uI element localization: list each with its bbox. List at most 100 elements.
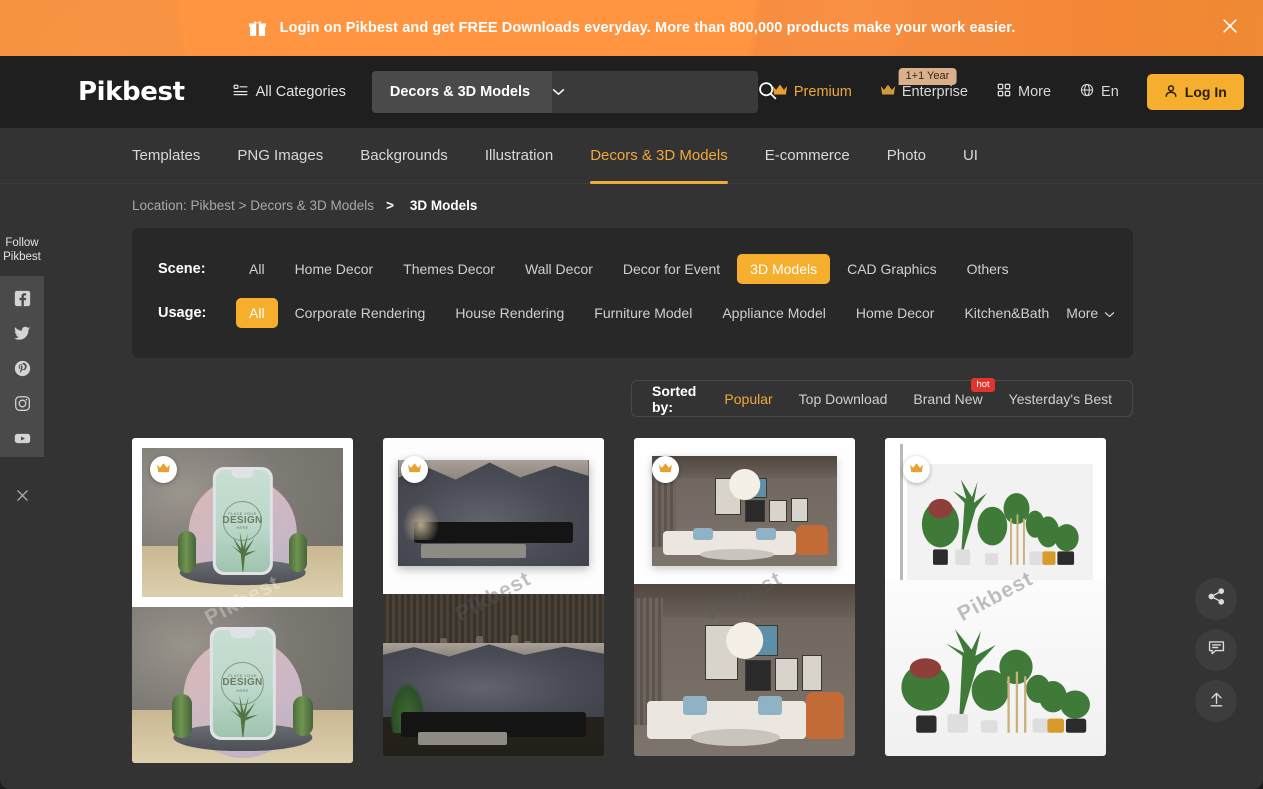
enterprise-label: Enterprise (901, 84, 968, 100)
breadcrumb-prefix[interactable]: Location: Pikbest > Decors & 3D Models (132, 198, 374, 213)
sort-option-yesterdays-best[interactable]: Yesterday's Best (1009, 391, 1112, 407)
filter-panel: Scene: All Home Decor Themes Decor Wall … (132, 228, 1133, 358)
nav-tab-illustration[interactable]: Illustration (485, 128, 553, 184)
premium-crown-badge (903, 456, 930, 483)
nav-tab-e-commerce[interactable]: E-commerce (765, 128, 850, 184)
nav-tab-backgrounds[interactable]: Backgrounds (360, 128, 448, 184)
facebook-icon[interactable] (14, 290, 31, 307)
back-to-top-button[interactable] (1195, 680, 1237, 722)
sort-bar: Sorted by: Popular Top Download Brand Ne… (631, 377, 1133, 417)
product-grid: PLACE YOUR DESIGN HERE PLACE YOUR DESIGN… (132, 438, 1133, 763)
search-category-dropdown[interactable]: Decors & 3D Models (371, 71, 565, 113)
design-bot-text: HERE (236, 687, 249, 693)
user-icon (1164, 84, 1178, 101)
login-button[interactable]: Log In (1146, 74, 1244, 110)
scene-chip-all[interactable]: All (236, 254, 278, 284)
product-card[interactable]: Pikbest (634, 438, 855, 756)
youtube-icon[interactable] (14, 430, 31, 447)
scene-chip-3d-models[interactable]: 3D Models (737, 254, 831, 284)
scene-chip-themes-decor[interactable]: Themes Decor (390, 254, 508, 284)
usage-label: Usage: (158, 305, 207, 321)
nav-tab-decors-3d-models[interactable]: Decors & 3D Models (590, 128, 728, 184)
usage-more-button[interactable]: More (1066, 305, 1119, 321)
crown-icon (156, 461, 171, 479)
design-bot-text: HERE (236, 525, 249, 531)
promo-content: Login on Pikbest and get FREE Downloads … (248, 19, 1016, 38)
feedback-button[interactable] (1195, 629, 1237, 671)
share-button[interactable] (1195, 578, 1237, 620)
language-selector[interactable]: En (1065, 83, 1133, 101)
nav-tab-png-images[interactable]: PNG Images (237, 128, 323, 184)
login-label: Log In (1184, 84, 1227, 100)
follow-rail: Follow Pikbest (0, 236, 44, 511)
product-card[interactable]: Pikbest (885, 438, 1106, 756)
usage-more-label: More (1066, 305, 1099, 321)
sort-option-brand-new-label: Brand New (913, 390, 983, 407)
scene-chip-others[interactable]: Others (954, 254, 1022, 284)
feedback-icon (1207, 638, 1226, 662)
premium-crown-badge (401, 456, 428, 483)
more-menu[interactable]: More (982, 83, 1065, 101)
product-thumbnail: PLACE YOUR DESIGN HERE PLACE YOUR DESIGN… (132, 438, 353, 763)
usage-chip-furniture-model[interactable]: Furniture Model (581, 298, 705, 328)
search-input[interactable] (551, 71, 757, 113)
sort-option-popular[interactable]: Popular (724, 391, 772, 407)
globe-icon (1079, 83, 1095, 101)
enterprise-badge: 1+1 Year (898, 68, 957, 85)
site-header: Pikbest All Categories Decors & 3D Model… (0, 56, 1263, 128)
promo-banner: Login on Pikbest and get FREE Downloads … (0, 0, 1263, 56)
crown-icon (658, 461, 673, 479)
follow-rail-title: Follow Pikbest (3, 236, 41, 264)
gift-icon (248, 19, 267, 38)
usage-chip-all[interactable]: All (236, 298, 278, 328)
premium-crown-badge (150, 456, 177, 483)
all-categories-button[interactable]: All Categories (233, 83, 346, 102)
usage-chip-kitchen-bath[interactable]: Kitchen&Bath (951, 298, 1062, 328)
breadcrumb-separator: > (386, 198, 394, 213)
breadcrumb: Location: Pikbest > Decors & 3D Models >… (132, 198, 477, 213)
usage-chip-home-decor[interactable]: Home Decor (843, 298, 948, 328)
sort-option-brand-new[interactable]: Brand New hot (913, 377, 995, 407)
product-thumbnail: Pikbest (383, 438, 604, 756)
browser-viewport: Login on Pikbest and get FREE Downloads … (0, 0, 1263, 789)
all-categories-label: All Categories (255, 84, 346, 100)
nav-tab-photo[interactable]: Photo (887, 128, 926, 184)
back-to-top-icon (1207, 689, 1226, 713)
usage-chip-house-rendering[interactable]: House Rendering (442, 298, 577, 328)
pinterest-icon[interactable] (14, 360, 31, 377)
scene-chip-home-decor[interactable]: Home Decor (282, 254, 387, 284)
close-icon (16, 489, 29, 507)
product-card[interactable]: PLACE YOUR DESIGN HERE PLACE YOUR DESIGN… (132, 438, 353, 763)
follow-rail-icons (0, 276, 44, 457)
scene-chip-decor-for-event[interactable]: Decor for Event (610, 254, 733, 284)
usage-chip-appliance-model[interactable]: Appliance Model (709, 298, 839, 328)
search-bar: Decors & 3D Models (371, 71, 777, 113)
product-card[interactable]: Pikbest (383, 438, 604, 756)
instagram-icon[interactable] (14, 395, 31, 412)
scene-label: Scene: (158, 261, 206, 277)
follow-rail-close-button[interactable] (9, 485, 35, 511)
scene-chip-wall-decor[interactable]: Wall Decor (512, 254, 606, 284)
nav-tab-templates[interactable]: Templates (132, 128, 200, 184)
usage-chip-corporate-rendering[interactable]: Corporate Rendering (282, 298, 439, 328)
hot-badge: hot (971, 377, 995, 392)
enterprise-link[interactable]: 1+1 Year Enterprise (866, 68, 982, 101)
scene-chip-cad-graphics[interactable]: CAD Graphics (834, 254, 949, 284)
share-icon (1207, 587, 1226, 611)
grid-dots-icon (996, 83, 1012, 101)
category-nav: Templates PNG Images Backgrounds Illustr… (0, 128, 1263, 184)
follow-rail-title-line1: Follow (5, 237, 39, 249)
crown-icon (880, 83, 896, 101)
filter-row-scene: Scene: All Home Decor Themes Decor Wall … (132, 254, 1133, 284)
sort-option-top-download[interactable]: Top Download (799, 391, 888, 407)
promo-text: Login on Pikbest and get FREE Downloads … (279, 20, 1016, 36)
nav-tab-ui[interactable]: UI (963, 128, 978, 184)
pikbest-logo[interactable]: Pikbest (78, 77, 185, 107)
language-label: En (1101, 84, 1119, 100)
filter-row-usage: Usage: All Corporate Rendering House Ren… (132, 298, 1133, 328)
twitter-icon[interactable] (13, 325, 31, 342)
search-category-label: Decors & 3D Models (389, 84, 531, 100)
promo-close-button[interactable] (1215, 13, 1245, 43)
header-actions: Premium 1+1 Year Enterprise More En Log … (758, 68, 1244, 110)
premium-link[interactable]: Premium (758, 83, 866, 101)
